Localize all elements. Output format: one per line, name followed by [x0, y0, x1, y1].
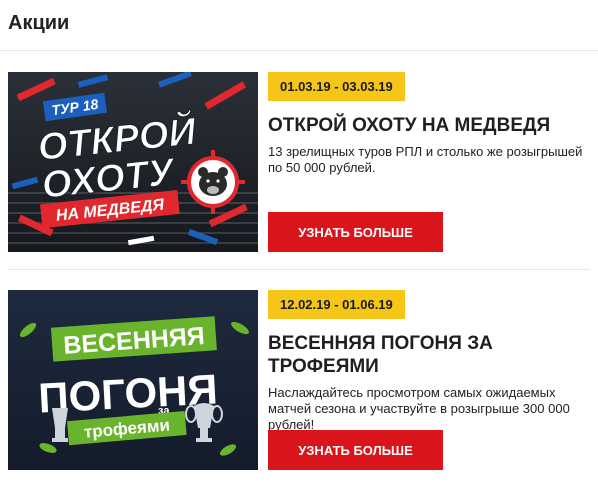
promo-banner-spring-chase[interactable]: ВЕСЕННЯЯ ПОГОНЯ за трофеями — [8, 290, 258, 470]
promo-title[interactable]: ОТКРОЙ ОХОТУ НА МЕДВЕДЯ — [268, 114, 590, 137]
promo-banner-image: ТУР 18 ОТКРОЙ ОХОТУ НА МЕДВЕДЯ — [8, 72, 258, 252]
promo-banner-image: ВЕСЕННЯЯ ПОГОНЯ за трофеями — [8, 290, 258, 470]
promo-description: 13 зрелищных туров РПЛ и столько же розы… — [268, 144, 583, 175]
promo-info: 12.02.19 - 01.06.19 ВЕСЕННЯЯ ПОГОНЯ ЗА Т… — [268, 290, 590, 470]
promo-date-badge: 01.03.19 - 03.03.19 — [268, 72, 405, 101]
promo-date-badge: 12.02.19 - 01.06.19 — [268, 290, 405, 319]
divider — [8, 269, 590, 270]
page-title: Акции — [8, 12, 70, 34]
promo-card: ТУР 18 ОТКРОЙ ОХОТУ НА МЕДВЕДЯ 01.03.19 … — [8, 72, 590, 252]
promo-card: ВЕСЕННЯЯ ПОГОНЯ за трофеями 12.02.19 - 0… — [8, 290, 590, 470]
promo-description: Наслаждайтесь просмотром самых ожидаемых… — [268, 385, 570, 432]
promo-banner-bear-hunt[interactable]: ТУР 18 ОТКРОЙ ОХОТУ НА МЕДВЕДЯ — [8, 72, 258, 252]
learn-more-button[interactable]: УЗНАТЬ БОЛЬШЕ — [268, 430, 443, 470]
promo-info: 01.03.19 - 03.03.19 ОТКРОЙ ОХОТУ НА МЕДВ… — [268, 72, 590, 252]
learn-more-button[interactable]: УЗНАТЬ БОЛЬШЕ — [268, 212, 443, 252]
promo-title[interactable]: ВЕСЕННЯЯ ПОГОНЯ ЗА ТРОФЕЯМИ — [268, 332, 590, 378]
page-header: Акции — [0, 0, 598, 51]
